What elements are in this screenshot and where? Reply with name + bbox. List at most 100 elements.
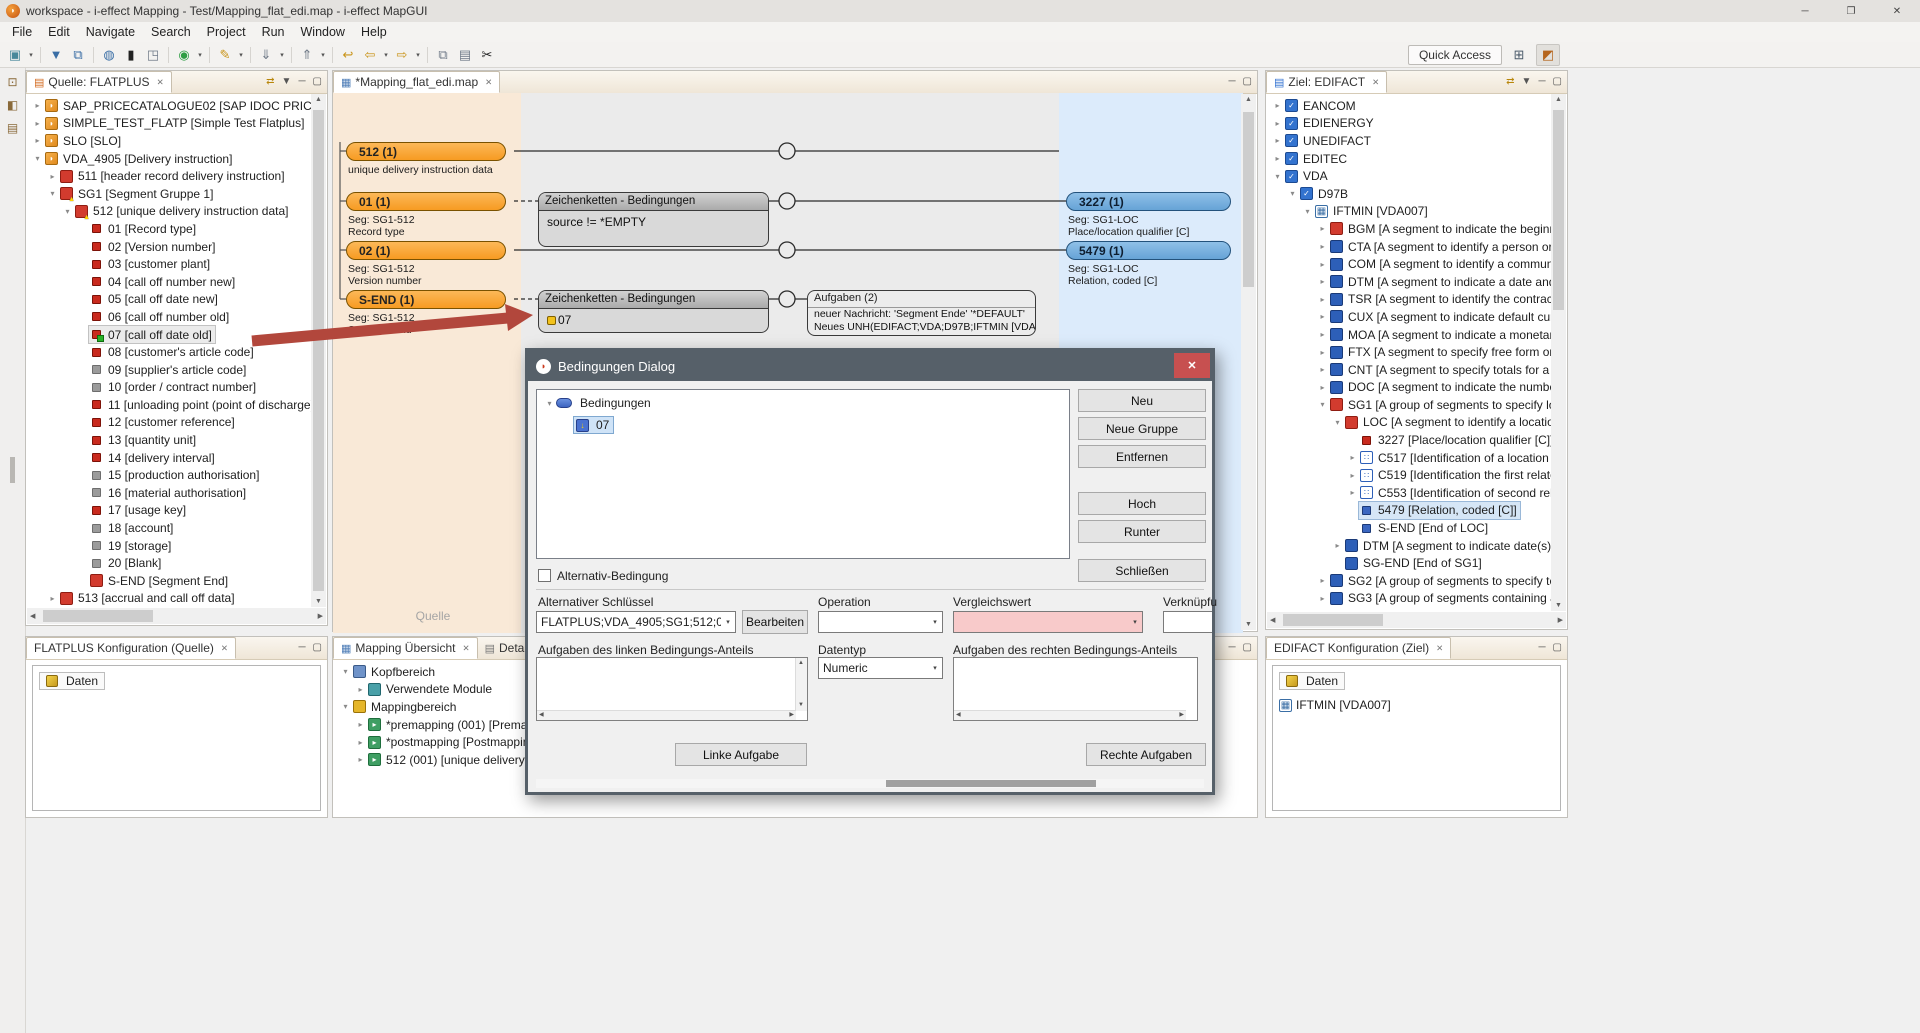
expand-arrow[interactable]: ▸ [1316, 365, 1329, 374]
tree-item[interactable]: ▸ COM [A segment to identify a communica [1267, 255, 1553, 273]
checkout-dropdown-icon[interactable]: ▾ [318, 45, 328, 65]
tree-item[interactable]: ▸ EDIENERGY [1267, 115, 1553, 133]
maximize-view-icon[interactable]: ▢ [1553, 643, 1562, 653]
expand-arrow[interactable]: ▸ [46, 172, 59, 181]
tab-close-icon[interactable]: ✕ [157, 77, 164, 88]
tree-item[interactable]: 05 [call off date new] [27, 291, 313, 309]
expand-arrow[interactable]: ▸ [31, 136, 44, 145]
tree-item[interactable]: ▾ SG1 [A group of segments to specify lo… [1267, 396, 1553, 414]
expand-arrow[interactable]: ▾ [31, 154, 44, 163]
minimize-view-icon[interactable]: ─ [298, 643, 305, 653]
expand-arrow[interactable]: ▾ [1286, 189, 1299, 198]
tree-item[interactable]: ▸ DTM [A segment to indicate date(s) an [1267, 537, 1553, 555]
conditions-tree[interactable]: ▾ Bedingungen 07 [536, 389, 1070, 559]
tree-item[interactable]: ▸ SAP_PRICECATALOGUE02 [SAP IDOC PRICAT … [27, 97, 313, 115]
tab-close-icon[interactable]: ✕ [1436, 643, 1443, 654]
tree-item[interactable]: ▸ MOA [A segment to indicate a monetary … [1267, 326, 1553, 344]
separator[interactable] [89, 45, 98, 65]
last-edit-icon[interactable]: ↩ [337, 45, 359, 65]
link-editor-icon[interactable]: ⇄ [266, 77, 274, 87]
tree-item[interactable]: 5479 [Relation, coded [C]] [1267, 502, 1553, 520]
alternativer-schluessel-combo[interactable]: FLATPLUS;VDA_4905;SG1;512;07▾ [536, 611, 736, 633]
separator[interactable] [423, 45, 432, 65]
datentyp-combo[interactable]: Numeric▾ [818, 657, 943, 679]
tree-item[interactable]: ▾ D97B [1267, 185, 1553, 203]
expand-arrow[interactable]: ▸ [1271, 119, 1284, 128]
forward-icon[interactable]: ⇨ [391, 45, 413, 65]
expand-arrow[interactable]: ▸ [46, 594, 59, 603]
tree-item[interactable]: ▾ SG1 [Segment Gruppe 1] [27, 185, 313, 203]
back-dropdown-icon[interactable]: ▾ [381, 45, 391, 65]
tree-item[interactable]: 19 [storage] [27, 537, 313, 555]
vergleichswert-combo[interactable]: ▾ [953, 611, 1143, 633]
expand-arrow[interactable]: ▸ [1316, 277, 1329, 286]
runter-button[interactable]: Runter [1078, 520, 1206, 543]
tree-item[interactable]: ▸ FTX [A segment to specify free form or… [1267, 343, 1553, 361]
tree-item[interactable]: ▸ SIMPLE_TEST_FLATP [Simple Test Flatplu… [27, 115, 313, 133]
menu-item[interactable]: Edit [40, 25, 78, 39]
operation-combo[interactable]: ▾ [818, 611, 943, 633]
palette-view-icon[interactable]: ◧ [4, 97, 21, 114]
expand-arrow[interactable]: ▾ [1316, 400, 1329, 409]
expand-arrow[interactable]: ▾ [1331, 418, 1344, 427]
entfernen-button[interactable]: Entfernen [1078, 445, 1206, 468]
run-dropdown-icon[interactable]: ▾ [195, 45, 205, 65]
alternativ-bedingung-row[interactable]: Alternativ-Bedingung [538, 569, 668, 583]
tree-item[interactable]: ▸ CUX [A segment to indicate default cur… [1267, 308, 1553, 326]
tree-item[interactable]: ▸ BGM [A segment to indicate the beginni… [1267, 220, 1553, 238]
iftmin-item[interactable]: IFTMIN [VDA007] [1279, 698, 1554, 712]
daten-button[interactable]: Daten [1279, 672, 1345, 690]
tree-item[interactable]: ▸ 511 [header record delivery instructio… [27, 167, 313, 185]
tree-item[interactable]: 14 [delivery interval] [27, 449, 313, 467]
separator[interactable] [287, 45, 296, 65]
tree-item[interactable]: 04 [call off number new] [27, 273, 313, 291]
tree-item[interactable]: 06 [call off number old] [27, 308, 313, 326]
tree-item[interactable]: 09 [supplier's article code] [27, 361, 313, 379]
tree-item[interactable]: S-END [End of LOC] [1267, 519, 1553, 537]
copy-icon[interactable]: ⧉ [432, 45, 454, 65]
tab-ziel-edifact[interactable]: ▤ Ziel: EDIFACT ✕ [1266, 71, 1387, 93]
expand-arrow[interactable]: ▾ [61, 207, 74, 216]
tree-item[interactable]: ▾ 512 [unique delivery instruction data] [27, 203, 313, 221]
expand-arrow[interactable]: ▸ [1271, 154, 1284, 163]
tab-mapping-uebersicht[interactable]: ▦ Mapping Übersicht ✕ [333, 637, 478, 659]
tree-item[interactable]: ▸ SG2 [A group of segments to specify te… [1267, 572, 1553, 590]
expand-arrow[interactable]: ▸ [1316, 242, 1329, 251]
device-icon[interactable]: ▮ [120, 45, 142, 65]
tree-item[interactable]: 17 [usage key] [27, 502, 313, 520]
tree-item[interactable]: ▸ C553 [Identification of second relate [1267, 484, 1553, 502]
tree-item[interactable]: 16 [material authorisation] [27, 484, 313, 502]
tree-item[interactable]: 08 [customer's article code] [27, 343, 313, 361]
expand-arrow[interactable]: ▸ [1271, 136, 1284, 145]
alternativ-bedingung-checkbox[interactable] [538, 569, 551, 582]
verknuepfung-combo[interactable] [1163, 611, 1212, 633]
expand-arrow[interactable]: ▸ [1316, 295, 1329, 304]
separator[interactable] [164, 45, 173, 65]
save-all-icon[interactable]: ⧉ [67, 45, 89, 65]
tree-item[interactable]: 03 [customer plant] [27, 255, 313, 273]
minimize-view-icon[interactable]: ─ [1538, 643, 1545, 653]
outline-view-icon[interactable]: ▤ [4, 120, 21, 137]
bearbeiten-button[interactable]: Bearbeiten [742, 610, 808, 634]
right-tasks-textarea[interactable]: ◀▶ [953, 657, 1198, 721]
minimize-view-icon[interactable]: ─ [1228, 77, 1235, 87]
maximize-button[interactable]: ❐ [1828, 0, 1874, 22]
horizontal-scrollbar[interactable]: ◀ ▶ [27, 608, 326, 624]
tasks-box[interactable]: Aufgaben (2) neuer Nachricht: 'Segment E… [807, 290, 1036, 336]
separator[interactable] [36, 45, 45, 65]
tree-item[interactable]: ▸ CNT [A segment to specify totals for a… [1267, 361, 1553, 379]
tree-item[interactable]: S-END [Segment End] [27, 572, 313, 590]
rechte-aufgaben-button[interactable]: Rechte Aufgaben [1086, 743, 1206, 766]
source-node-02[interactable]: 02 (1) [346, 241, 506, 260]
web-icon[interactable]: ◍ [98, 45, 120, 65]
tree-item[interactable]: ▸ C517 [Identification of a location by [1267, 449, 1553, 467]
expand-arrow[interactable]: ▸ [1331, 541, 1344, 550]
menu-item[interactable]: Navigate [78, 25, 143, 39]
tree-item[interactable]: 07 [call off date old] [27, 326, 313, 344]
tree-item[interactable]: ▸ TSR [A segment to identify the contrac… [1267, 291, 1553, 309]
tab-close-icon[interactable]: ✕ [221, 643, 228, 654]
expand-arrow[interactable]: ▸ [1316, 330, 1329, 339]
tree-item[interactable]: ▸ UNEDIFACT [1267, 132, 1553, 150]
minimize-view-icon[interactable]: ─ [298, 77, 305, 87]
dialog-titlebar[interactable]: ◗ Bedingungen Dialog ✕ [528, 351, 1212, 381]
